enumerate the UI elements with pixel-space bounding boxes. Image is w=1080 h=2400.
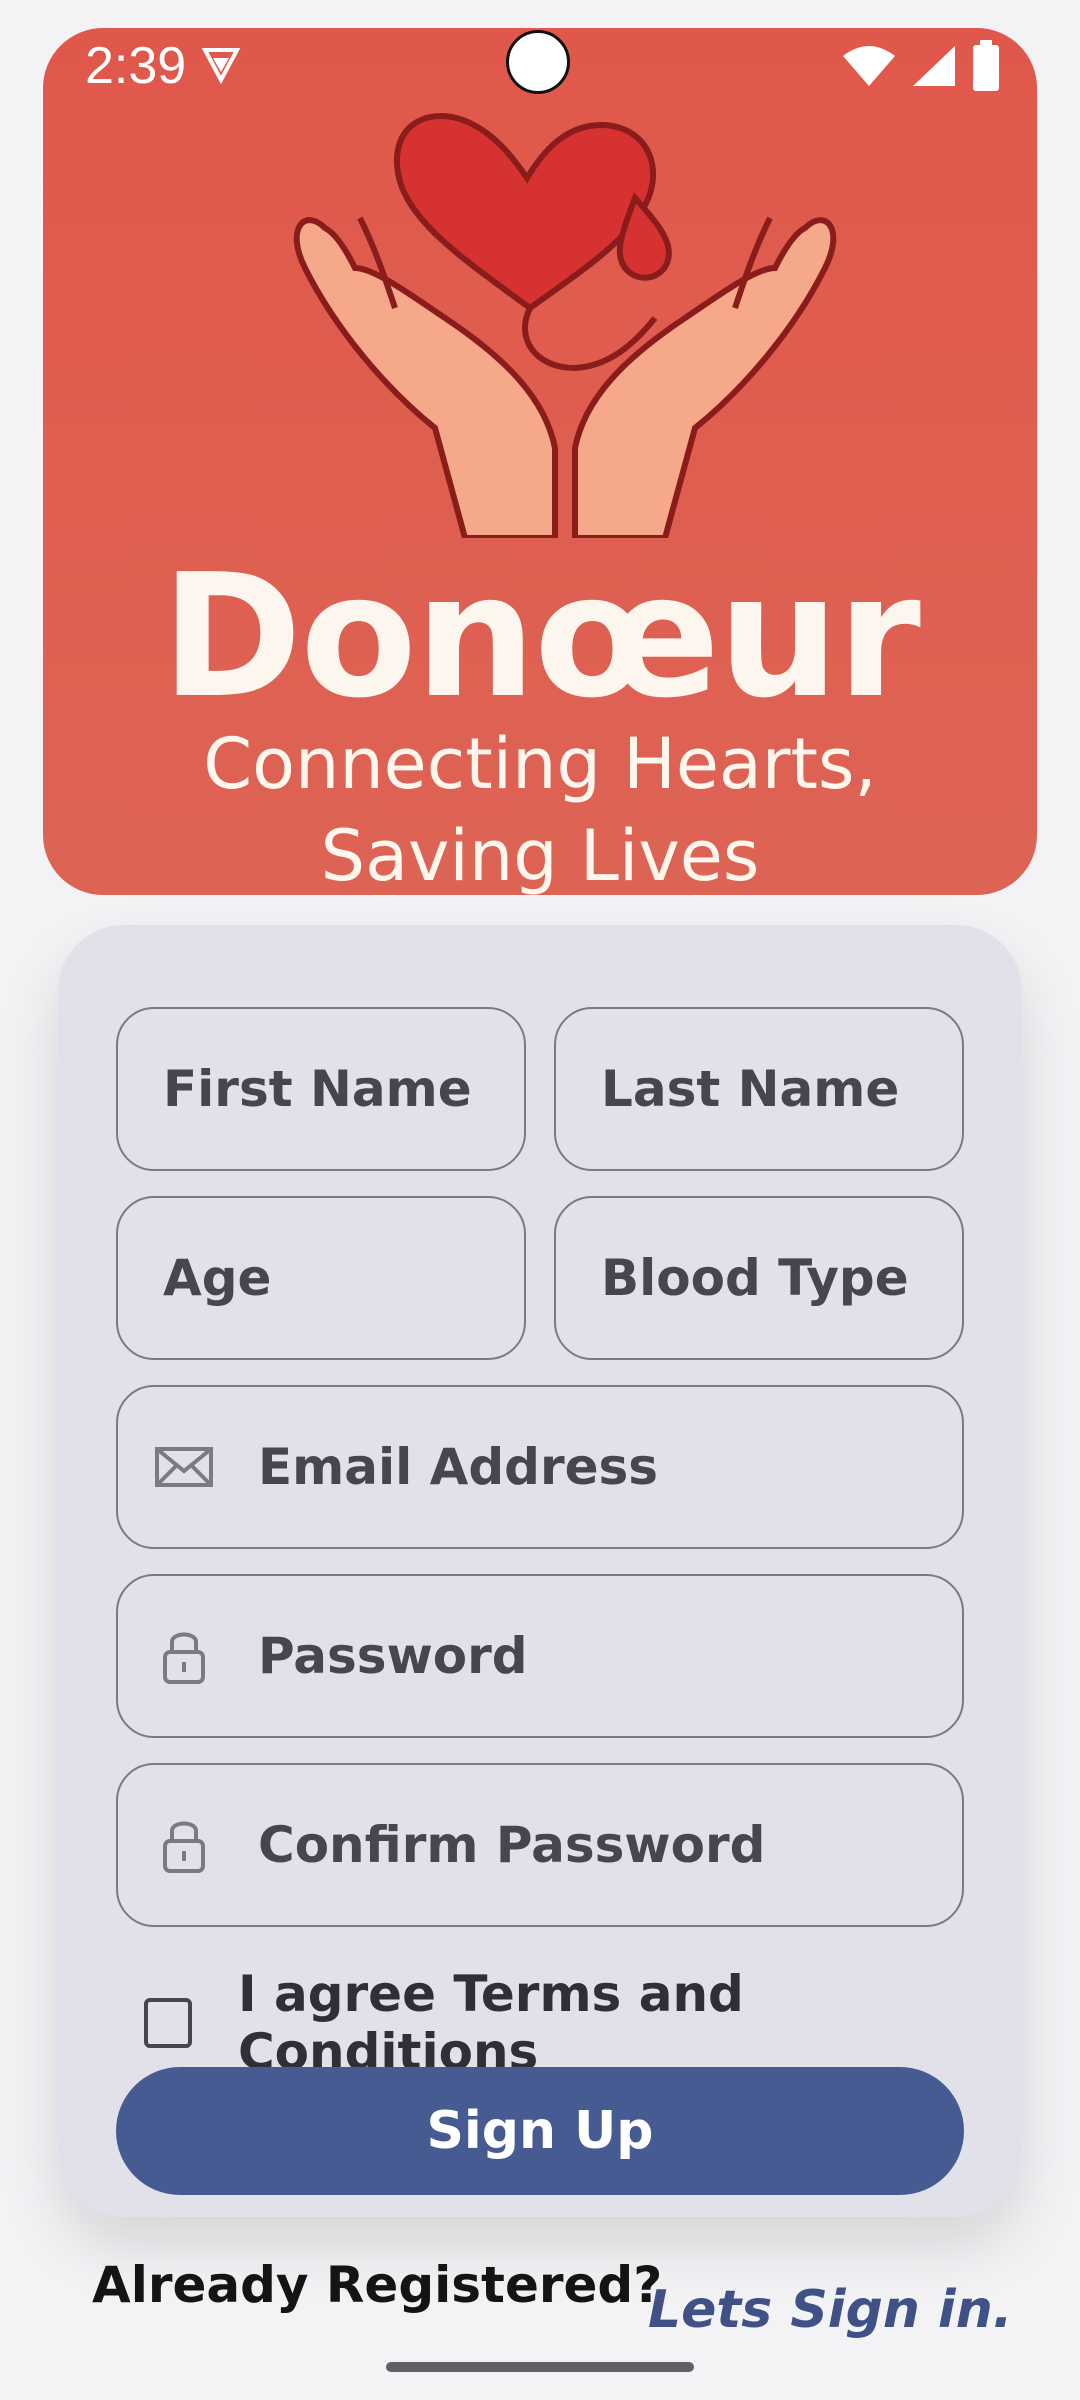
status-right-icons: [841, 40, 1001, 96]
confirm-password-placeholder: Confirm Password: [258, 1816, 766, 1874]
terms-checkbox[interactable]: [144, 1998, 192, 2048]
vpn-shield-icon: [201, 44, 241, 88]
age-field[interactable]: Age: [116, 1196, 526, 1360]
status-time: 2:39: [85, 37, 187, 95]
password-field[interactable]: Password: [116, 1574, 964, 1738]
brand-title: Donœur: [161, 538, 921, 736]
already-registered-text: Already Registered?: [92, 2256, 663, 2314]
email-placeholder: Email Address: [258, 1438, 659, 1496]
signal-icon: [911, 44, 957, 92]
terms-row: I agree Terms and Conditions: [144, 1965, 1022, 2081]
password-placeholder: Password: [258, 1627, 528, 1685]
last-name-placeholder: Last Name: [601, 1060, 900, 1118]
first-name-field[interactable]: First Name: [116, 1007, 526, 1171]
signup-form-card: First Name Last Name Age Blood Type Emai…: [58, 925, 1022, 2217]
email-field[interactable]: Email Address: [116, 1385, 964, 1549]
sign-in-link[interactable]: Lets Sign in.: [648, 2280, 1013, 2340]
last-name-field[interactable]: Last Name: [554, 1007, 964, 1171]
age-placeholder: Age: [163, 1249, 272, 1307]
blood-type-placeholder: Blood Type: [601, 1249, 909, 1307]
battery-icon: [971, 40, 1001, 96]
home-indicator[interactable]: [386, 2362, 694, 2372]
tagline-line-1: Connecting Hearts,: [203, 723, 877, 805]
sign-up-button[interactable]: Sign Up: [116, 2067, 964, 2195]
lock-icon: [154, 1626, 214, 1686]
tagline-line-2: Saving Lives: [320, 815, 760, 895]
envelope-icon: [154, 1437, 214, 1497]
confirm-password-field[interactable]: Confirm Password: [116, 1763, 964, 1927]
terms-label[interactable]: I agree Terms and Conditions: [238, 1965, 1022, 2081]
lock-icon: [154, 1815, 214, 1875]
heart-hands-logo-icon: [293, 113, 837, 538]
blood-type-field[interactable]: Blood Type: [554, 1196, 964, 1360]
header-banner: 2:39 Donœur Connecting Hearts, Saving Li…: [43, 28, 1037, 895]
tagline: Connecting Hearts, Saving Lives: [43, 718, 1037, 895]
first-name-placeholder: First Name: [163, 1060, 472, 1118]
